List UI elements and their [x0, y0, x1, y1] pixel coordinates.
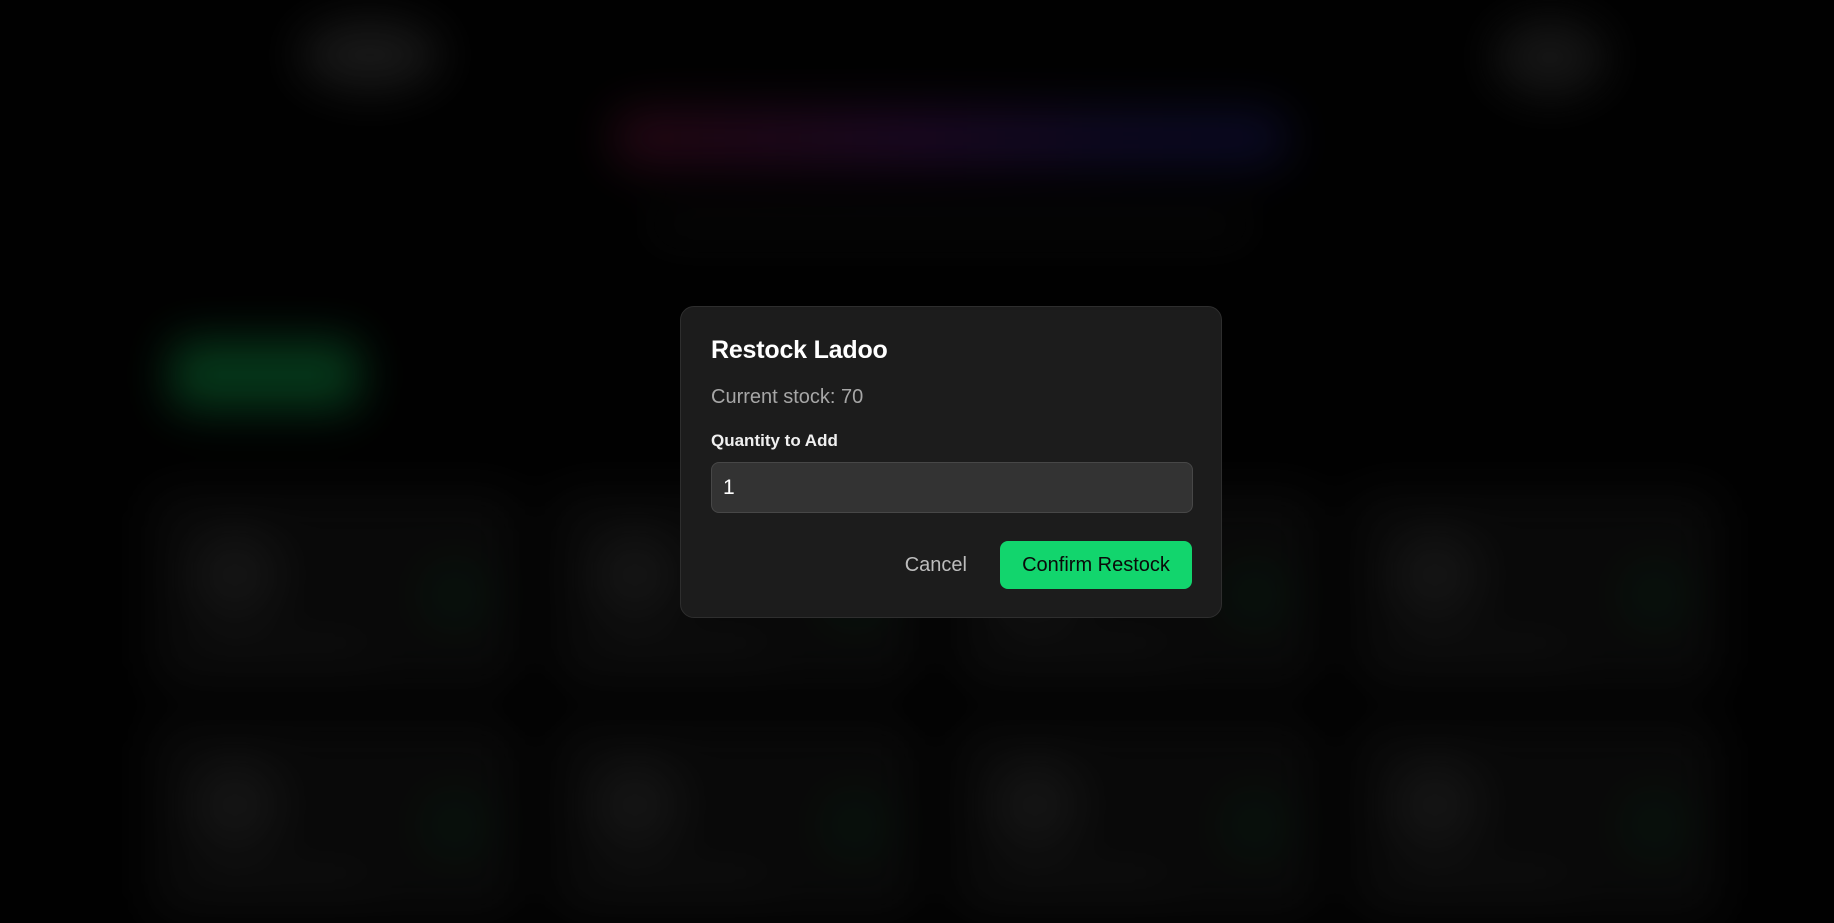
quantity-label: Quantity to Add: [711, 431, 838, 450]
app-screen: Restock Ladoo Current stock: 70 Quantity…: [0, 0, 1834, 923]
quantity-input[interactable]: [711, 462, 1193, 513]
dialog-title: Restock Ladoo: [711, 336, 888, 364]
cancel-button[interactable]: Cancel: [889, 541, 983, 589]
restock-dialog: Restock Ladoo Current stock: 70 Quantity…: [680, 306, 1222, 618]
confirm-restock-button[interactable]: Confirm Restock: [1000, 541, 1192, 589]
dialog-actions: Cancel Confirm Restock: [889, 541, 1192, 589]
current-stock-text: Current stock: 70: [711, 386, 864, 408]
